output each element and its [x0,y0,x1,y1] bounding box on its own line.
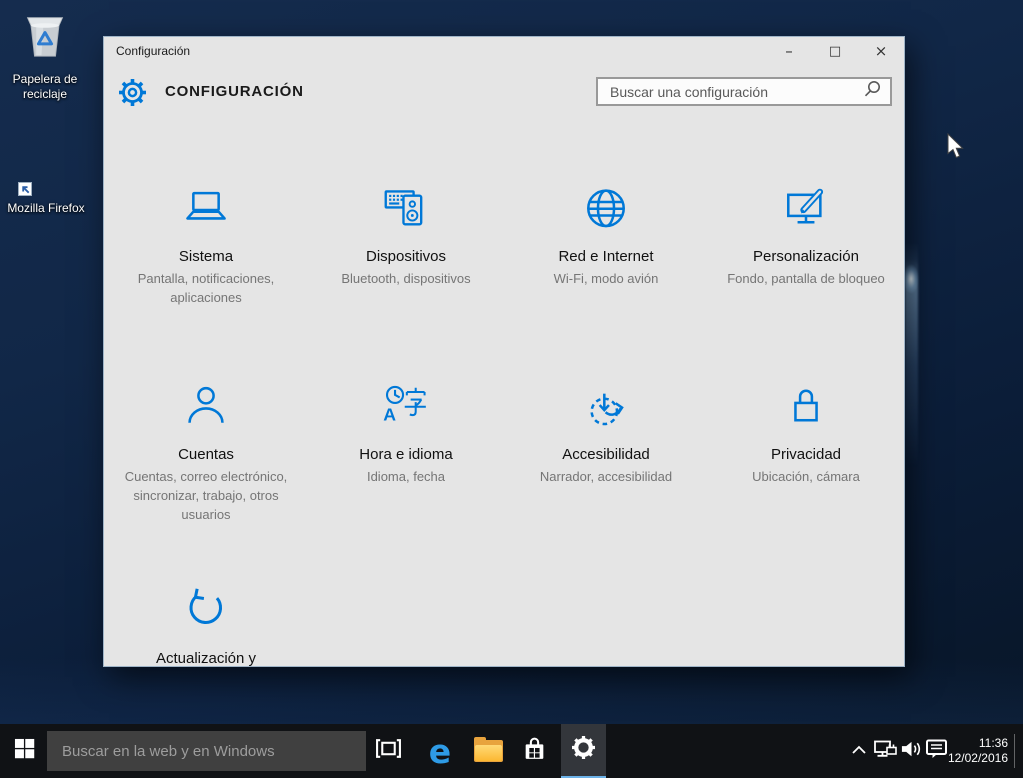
chevron-up-icon [851,742,867,760]
settings-tile-accesibilidad[interactable]: Accesibilidad Narrador, accesibilidad [506,375,706,486]
taskbar: e [0,724,1023,778]
desktop-icon-recycle-bin[interactable]: Papelera de reciclaje [6,8,84,102]
gear-icon [572,736,595,764]
personalization-icon [779,181,833,239]
page-title: CONFIGURACIÓN [165,83,304,100]
maximize-button[interactable]: □ [812,37,858,65]
taskbar-search-box[interactable] [47,731,366,771]
settings-window: Configuración – □ × CONFIGURACIÓN [103,36,905,667]
tile-subtitle: Pantalla, notificaciones, aplicaciones [112,269,300,307]
tray-time: 11:36 [979,736,1008,751]
tile-title: Cuentas [178,445,234,464]
settings-tile-red-internet[interactable]: Red e Internet Wi-Fi, modo avión [506,177,706,288]
tile-title: Privacidad [771,445,841,464]
settings-tile-personalizacion[interactable]: Personalización Fondo, pantalla de bloqu… [706,177,905,288]
close-button[interactable]: × [858,37,904,65]
svg-text:A: A [383,405,396,425]
show-desktop-button[interactable] [1014,734,1015,768]
tile-subtitle: Narrador, accesibilidad [540,467,672,486]
devices-icon [379,181,433,239]
taskbar-search-input[interactable] [47,743,366,760]
network-icon [874,739,898,764]
wallpaper-horizon-glow [0,658,1023,724]
tile-subtitle: Cuentas, correo electrónico, sincronizar… [112,467,300,524]
accessibility-icon [579,379,633,437]
file-explorer-button[interactable] [466,724,510,778]
settings-search-box[interactable] [596,77,892,106]
settings-button-active[interactable] [561,724,606,778]
file-explorer-icon [474,740,503,762]
volume-tray-button[interactable] [899,724,924,778]
tray-expand-button[interactable] [846,724,872,778]
settings-search-input[interactable] [598,84,863,100]
laptop-icon [179,181,233,239]
gear-icon [119,79,146,111]
tile-title: Accesibilidad [562,445,650,464]
settings-tile-actualizacion[interactable]: Actualización y seguridad [106,579,306,667]
store-button[interactable] [512,724,556,778]
action-center-icon [926,739,948,764]
tray-date: 12/02/2016 [948,751,1008,766]
settings-tile-hora-idioma[interactable]: A Hora e idioma Idioma, fecha [306,375,506,486]
tile-title: Red e Internet [558,247,653,266]
time-language-icon: A [379,379,433,437]
tile-title: Personalización [753,247,859,266]
globe-icon [579,181,633,239]
edge-button[interactable]: e [418,724,462,778]
tile-subtitle: Wi-Fi, modo avión [554,269,659,288]
window-title: Configuración [104,44,766,58]
start-button[interactable] [0,724,48,778]
tile-title: Actualización y seguridad [141,649,271,667]
wallpaper-light-spot [903,264,919,294]
store-icon [522,735,547,767]
settings-tile-sistema[interactable]: Sistema Pantalla, notificaciones, aplica… [106,177,306,307]
desktop-icon-label: Mozilla Firefox [7,201,84,216]
firefox-icon [18,142,74,198]
minimize-button[interactable]: – [766,37,812,65]
tray-clock[interactable]: 11:36 12/02/2016 [946,724,1008,778]
search-icon [863,80,881,103]
window-titlebar[interactable]: Configuración – □ × [104,37,904,65]
tile-title: Sistema [179,247,233,266]
tile-subtitle: Fondo, pantalla de bloqueo [727,269,885,288]
privacy-icon [779,379,833,437]
tile-title: Hora e idioma [359,445,452,464]
settings-tile-cuentas[interactable]: Cuentas Cuentas, correo electrónico, sin… [106,375,306,524]
task-view-button[interactable] [366,724,410,778]
mouse-cursor [947,133,966,165]
task-view-icon [375,738,402,764]
tile-subtitle: Bluetooth, dispositivos [341,269,470,288]
shortcut-arrow-icon [18,182,32,196]
accounts-icon [179,379,233,437]
settings-tile-privacidad[interactable]: Privacidad Ubicación, cámara [706,375,905,486]
recycle-bin-icon [17,8,73,69]
edge-icon: e [429,735,451,768]
desktop-icon-label: Papelera de reciclaje [6,72,84,102]
desktop-icon-firefox[interactable]: Mozilla Firefox [0,142,92,216]
windows-logo-icon [14,738,35,764]
volume-icon [900,740,923,763]
tile-subtitle: Idioma, fecha [367,467,445,486]
tile-title: Dispositivos [366,247,446,266]
tile-subtitle: Ubicación, cámara [752,467,860,486]
settings-tile-dispositivos[interactable]: Dispositivos Bluetooth, dispositivos [306,177,506,288]
network-tray-button[interactable] [872,724,900,778]
update-icon [179,583,233,641]
